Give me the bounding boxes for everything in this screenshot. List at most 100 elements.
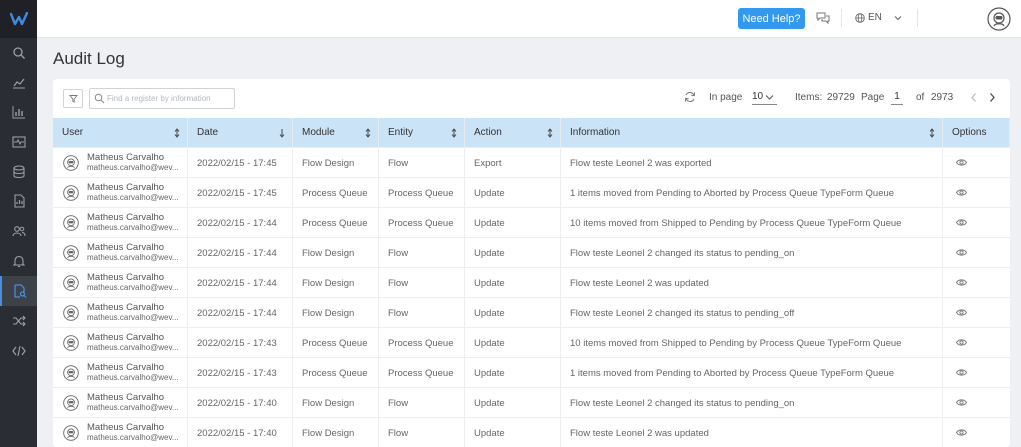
page-number-input[interactable]: 1 [891,91,903,105]
view-details-icon[interactable] [956,158,967,167]
sort-icon[interactable] [547,128,553,138]
sort-icon[interactable] [174,128,180,138]
page-title: Audit Log [53,49,125,68]
column-header-entity[interactable]: Entity [379,118,465,147]
column-header-module[interactable]: Module [293,118,379,147]
sort-icon[interactable] [929,128,935,138]
prev-page-icon[interactable] [969,92,979,103]
user-email: matheus.carvalho@wev... [87,283,179,292]
cell-user: Matheus Carvalho matheus.carvalho@wev... [53,298,188,328]
in-page-select[interactable]: 10 [752,91,777,105]
sidebar-item-notifications[interactable] [0,246,37,276]
code-icon [11,345,26,357]
filter-button[interactable] [63,89,83,108]
sidebar-item-dashboard[interactable] [0,97,37,127]
table-row[interactable]: Matheus Carvalho matheus.carvalho@wev... 2… [53,297,1010,328]
table-row[interactable]: Matheus Carvalho matheus.carvalho@wev... 2… [53,147,1010,178]
table-row[interactable]: Matheus Carvalho matheus.carvalho@wev... 2… [53,417,1010,447]
cell-entity: Flow [379,388,465,418]
cell-options [943,178,1010,208]
view-details-icon[interactable] [956,398,967,407]
sidebar-item-trends[interactable] [0,68,37,98]
top-bar: Need Help? EN [37,0,1021,38]
table-row[interactable]: Matheus Carvalho matheus.carvalho@wev... 2… [53,237,1010,268]
view-details-icon[interactable] [956,428,967,437]
sidebar-item-users[interactable] [0,216,37,246]
of-label: of [916,92,925,103]
in-page-label: In page [709,92,743,103]
cell-action: Update [465,388,561,418]
cell-date: 2022/02/15 - 17:44 [188,208,293,238]
chevron-down-icon[interactable] [894,14,902,22]
need-help-button[interactable]: Need Help? [738,8,805,29]
search-input[interactable] [107,91,231,106]
view-details-icon[interactable] [956,248,967,257]
cell-entity: Process Queue [379,208,465,238]
cell-date: 2022/02/15 - 17:44 [188,298,293,328]
sidebar-item-search[interactable] [0,38,37,68]
view-details-icon[interactable] [956,188,967,197]
refresh-icon[interactable] [684,91,696,103]
cell-module: Flow Design [293,388,379,418]
column-header-info[interactable]: Information [561,118,943,147]
view-details-icon[interactable] [956,338,967,347]
cell-options [943,148,1010,178]
cell-date: 2022/02/15 - 17:45 [188,178,293,208]
cell-action: Update [465,358,561,388]
user-email: matheus.carvalho@wev... [87,403,179,412]
cell-entity: Flow [379,268,465,298]
user-info: Matheus Carvalho matheus.carvalho@wev... [87,363,179,383]
sidebar-item-reports[interactable] [0,186,37,216]
column-header-action[interactable]: Action [465,118,561,147]
cell-action: Update [465,298,561,328]
language-selector[interactable]: EN [855,12,882,23]
column-header-date[interactable]: Date [188,118,293,147]
search-field[interactable] [89,88,235,109]
user-email: matheus.carvalho@wev... [87,433,179,442]
cell-date: 2022/02/15 - 17:43 [188,328,293,358]
sort-descending-icon[interactable] [279,128,285,138]
sidebar-item-audit-log[interactable] [0,276,37,306]
user-info: Matheus Carvalho matheus.carvalho@wev... [87,393,179,413]
user-name: Matheus Carvalho [87,362,165,373]
cell-entity: Process Queue [379,328,465,358]
column-header-user[interactable]: User [53,118,188,147]
cell-options [943,418,1010,447]
view-details-icon[interactable] [956,278,967,287]
user-info: Matheus Carvalho matheus.carvalho@wev... [87,213,179,233]
cell-user: Matheus Carvalho matheus.carvalho@wev... [53,418,188,447]
table-row[interactable]: Matheus Carvalho matheus.carvalho@wev... 2… [53,207,1010,238]
table-row[interactable]: Matheus Carvalho matheus.carvalho@wev... 2… [53,267,1010,298]
sort-icon[interactable] [365,128,371,138]
sidebar-item-developer[interactable] [0,336,37,366]
sort-icon[interactable] [451,128,457,138]
cell-entity: Flow [379,148,465,178]
user-avatar-icon[interactable] [987,7,1011,31]
next-page-icon[interactable] [987,92,997,103]
user-avatar-icon [63,185,79,201]
trend-icon [12,78,25,89]
cell-info: 1 items moved from Pending to Aborted by… [561,178,943,208]
cell-entity: Flow [379,238,465,268]
table-row[interactable]: Matheus Carvalho matheus.carvalho@wev... 2… [53,177,1010,208]
table-row[interactable]: Matheus Carvalho matheus.carvalho@wev... 2… [53,387,1010,418]
table-row[interactable]: Matheus Carvalho matheus.carvalho@wev... 2… [53,327,1010,358]
user-avatar-icon [63,395,79,411]
cell-options [943,238,1010,268]
view-details-icon[interactable] [956,218,967,227]
view-details-icon[interactable] [956,368,967,377]
user-avatar-icon [63,275,79,291]
chat-icon[interactable] [816,11,830,25]
column-header-label: Date [197,127,219,138]
sidebar-item-flows[interactable] [0,306,37,336]
cell-action: Export [465,148,561,178]
user-info: Matheus Carvalho matheus.carvalho@wev... [87,423,179,443]
view-details-icon[interactable] [956,308,967,317]
user-name: Matheus Carvalho [87,272,165,283]
sidebar-item-database[interactable] [0,157,37,187]
logo[interactable] [0,0,37,38]
column-header-label: Information [570,127,621,138]
table-row[interactable]: Matheus Carvalho matheus.carvalho@wev... 2… [53,357,1010,388]
cell-options [943,388,1010,418]
sidebar-item-monitor[interactable] [0,127,37,157]
